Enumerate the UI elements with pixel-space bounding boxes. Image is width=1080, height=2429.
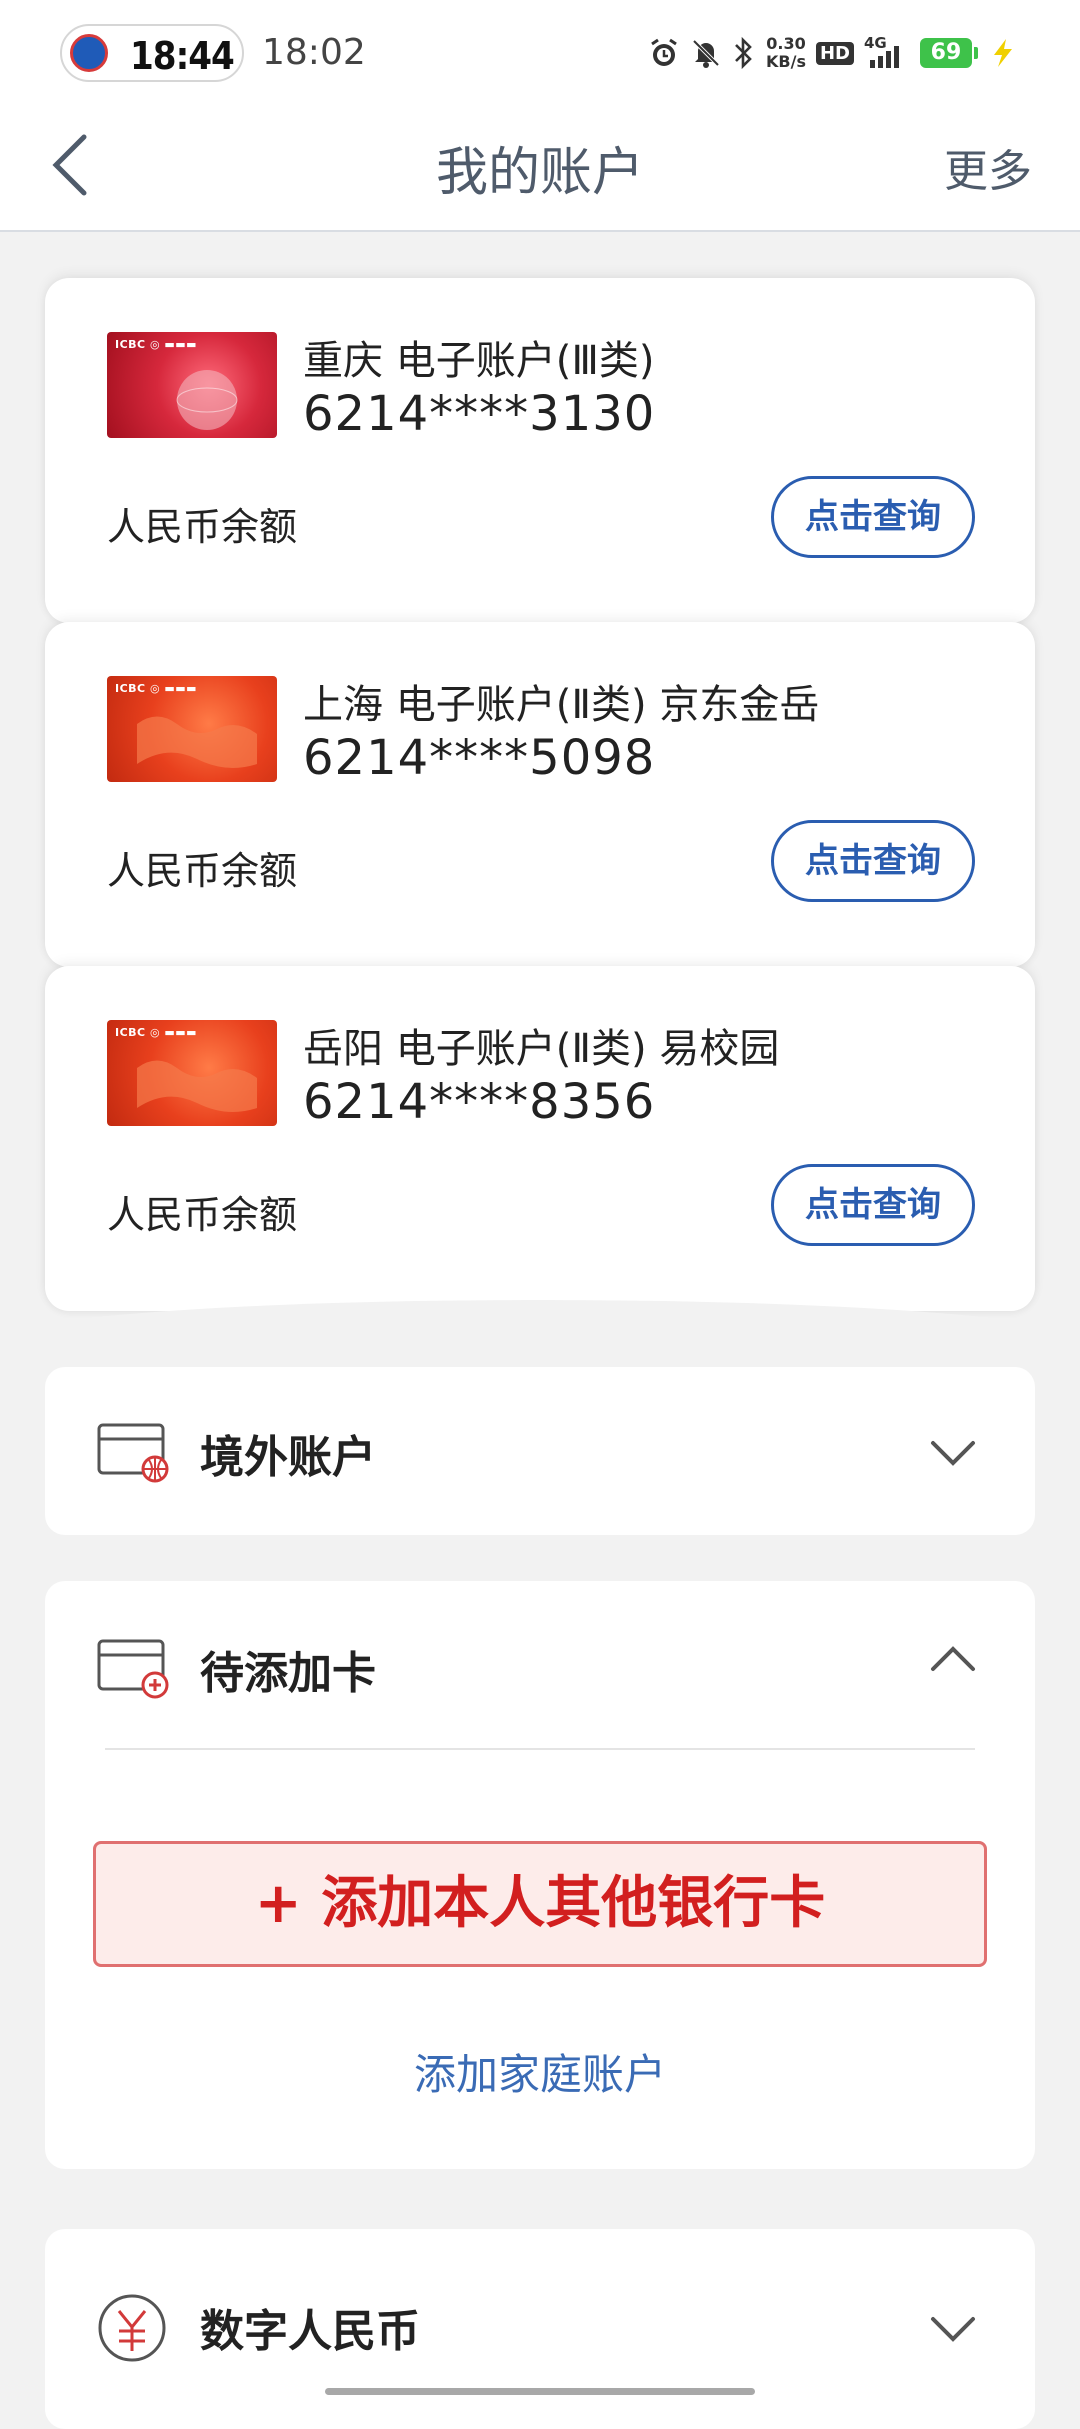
- account-name: 上海 电子账户(Ⅱ类) 京东金岳: [303, 682, 820, 728]
- hd-badge: HD: [815, 41, 854, 65]
- account-card[interactable]: ICBC ◎ ▬▬▬ 岳阳 电子账户(Ⅱ类) 易校园 6214****8356 …: [45, 966, 1035, 1311]
- system-icons: 0.30 KB/s HD 4G 69: [648, 30, 1018, 76]
- network-speed-unit: KB/s: [766, 52, 806, 71]
- section-title: 数字人民币: [200, 2306, 420, 2357]
- query-balance-button[interactable]: 点击查询: [771, 476, 975, 558]
- globe-card-icon: [97, 1423, 169, 1483]
- account-number: 6214****3130: [303, 386, 656, 442]
- nav-bar: 我的账户 更多: [0, 105, 1080, 232]
- add-card-icon: [97, 1639, 169, 1699]
- chevron-down-icon[interactable]: [929, 1439, 977, 1467]
- system-time: 18:02: [262, 32, 366, 73]
- bank-card-image: ICBC ◎ ▬▬▬: [107, 1020, 277, 1126]
- signal-icon: 4G: [864, 34, 910, 70]
- card-brand-mark: ICBC ◎ ▬▬▬: [115, 338, 198, 351]
- network-speed: 0.30 KB/s: [766, 35, 806, 71]
- balance-label: 人民币余额: [107, 849, 298, 893]
- charging-icon: [993, 39, 1012, 67]
- digital-rmb-section[interactable]: 数字人民币: [45, 2229, 1035, 2429]
- query-balance-button[interactable]: 点击查询: [771, 1164, 975, 1246]
- digital-yuan-icon: [98, 2294, 166, 2362]
- section-title: 待添加卡: [200, 1648, 376, 1699]
- overseas-accounts-section[interactable]: 境外账户: [45, 1367, 1035, 1535]
- account-name: 岳阳 电子账户(Ⅱ类) 易校园: [303, 1026, 780, 1072]
- home-indicator[interactable]: [325, 2388, 755, 2395]
- chevron-down-icon[interactable]: [929, 2315, 977, 2343]
- bell-off-icon: [692, 39, 720, 68]
- app-badge-icon: [70, 34, 108, 72]
- balance-label: 人民币余额: [107, 505, 298, 549]
- section-divider: [105, 1748, 975, 1750]
- account-name: 重庆 电子账户(Ⅲ类): [303, 338, 655, 384]
- balance-label: 人民币余额: [107, 1193, 298, 1237]
- bank-card-image: ICBC ◎ ▬▬▬: [107, 676, 277, 782]
- pill-time: 18:44: [130, 34, 235, 78]
- account-number: 6214****5098: [303, 730, 656, 786]
- alarm-icon: [651, 38, 677, 66]
- query-balance-button[interactable]: 点击查询: [771, 820, 975, 902]
- status-pill[interactable]: 18:44: [60, 24, 244, 82]
- page-title: 我的账户: [435, 143, 644, 203]
- account-number: 6214****8356: [303, 1074, 656, 1130]
- battery-indicator: 69: [919, 38, 978, 68]
- account-card[interactable]: ICBC ◎ ▬▬▬ 重庆 电子账户(Ⅲ类) 6214****3130 人民币余…: [45, 278, 1035, 623]
- status-bar: 18:44 18:02 0.30 KB/s HD 4G 69: [0, 0, 1080, 105]
- add-family-account-link[interactable]: 添加家庭账户: [45, 2041, 1035, 2102]
- bluetooth-icon: [735, 36, 752, 70]
- chevron-up-icon[interactable]: [929, 1645, 977, 1673]
- bank-card-image: ICBC ◎ ▬▬▬: [107, 332, 277, 438]
- more-button[interactable]: 更多: [944, 135, 1032, 199]
- add-bank-card-button[interactable]: + 添加本人其他银行卡: [93, 1841, 987, 1967]
- card-brand-mark: ICBC ◎ ▬▬▬: [115, 682, 198, 695]
- account-card[interactable]: ICBC ◎ ▬▬▬ 上海 电子账户(Ⅱ类) 京东金岳 6214****5098…: [45, 622, 1035, 967]
- pending-cards-section: 待添加卡 + 添加本人其他银行卡 添加家庭账户: [45, 1581, 1035, 2169]
- section-title: 境外账户: [200, 1432, 376, 1483]
- card-brand-mark: ICBC ◎ ▬▬▬: [115, 1026, 198, 1039]
- network-speed-value: 0.30: [766, 34, 806, 53]
